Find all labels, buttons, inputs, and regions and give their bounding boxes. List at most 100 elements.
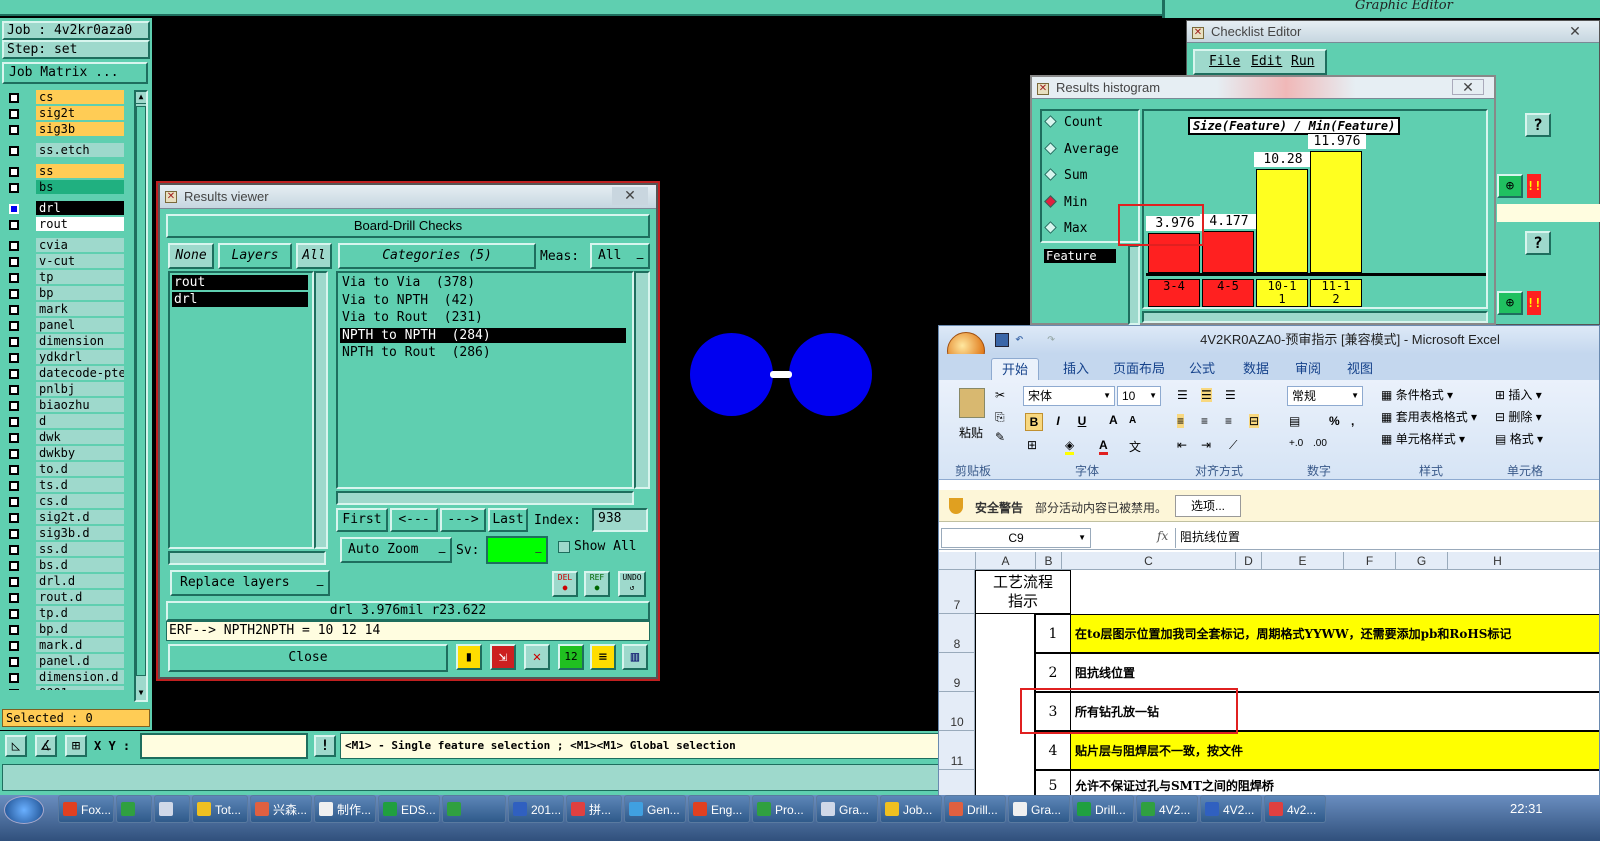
histogram-hscroll[interactable]	[1142, 311, 1488, 323]
layer-name[interactable]: panel.d	[36, 654, 124, 668]
layer-checkbox[interactable]	[9, 497, 19, 507]
alert-icon[interactable]: !	[314, 735, 336, 757]
cell-c[interactable]: 允许不保证过孔与SMT之间的阻焊桥	[1071, 770, 1599, 796]
paste-icon[interactable]	[959, 388, 985, 418]
taskbar-item[interactable]	[154, 795, 190, 823]
histogram-option[interactable]: Max	[1044, 221, 1087, 237]
menu-edit[interactable]: Edit	[1251, 51, 1282, 73]
layer-checkbox[interactable]	[9, 204, 19, 214]
layer-name[interactable]: tp.d	[36, 606, 124, 620]
layer-checkbox[interactable]	[9, 609, 19, 619]
outdent-icon[interactable]: ⇥	[1201, 438, 1211, 452]
layer-row[interactable]: ss.d	[4, 542, 132, 556]
cell-c[interactable]: 在to层图示位置加我司全套标记，周期格式YYWW，还需要添加pb和RoHS标记	[1071, 614, 1599, 653]
menu-run[interactable]: Run	[1291, 51, 1314, 73]
layer-name[interactable]: ss.d	[36, 542, 124, 556]
histogram-bar[interactable]	[1202, 231, 1254, 273]
help-icon-2[interactable]: ?	[1525, 231, 1551, 255]
layer-row[interactable]: biaozhu	[4, 398, 132, 412]
zoom-icon-1[interactable]: ⊕	[1497, 174, 1523, 198]
taskbar-item[interactable]: Tot...	[192, 795, 248, 823]
shrink-font-icon[interactable]: A	[1129, 415, 1136, 426]
layer-row[interactable]: to.d	[4, 462, 132, 476]
layer-checkbox[interactable]	[9, 337, 19, 347]
row-number[interactable]: 9	[939, 653, 975, 692]
cell-b[interactable]: 1	[1035, 614, 1071, 653]
quick-access-undo-icon[interactable]: ↶	[1015, 331, 1023, 347]
layer-name[interactable]: dimension.d	[36, 670, 124, 684]
delete-cells-button[interactable]: ⊟ 删除 ▾	[1495, 408, 1542, 425]
column-header[interactable]: G	[1395, 552, 1447, 570]
layer-row[interactable]: bp.d	[4, 622, 132, 636]
histogram-bar[interactable]	[1310, 151, 1362, 273]
cell-c[interactable]: 贴片层与阻焊层不一致，按文件	[1071, 731, 1599, 770]
layer-name[interactable]: v-cut	[36, 254, 124, 268]
sv-color-dropdown[interactable]: ⚊	[486, 536, 548, 564]
layer-row[interactable]: 0001	[4, 686, 132, 690]
taskbar-item[interactable]: Drill...	[1072, 795, 1134, 823]
layer-row[interactable]: sig3b	[4, 122, 132, 136]
layer-checkbox[interactable]	[9, 401, 19, 411]
replace-layers-dropdown[interactable]: Replace layers ⚊	[170, 570, 330, 596]
tool-icon-3[interactable]: ⊞	[65, 735, 87, 757]
ribbon-tab[interactable]: 数据	[1233, 358, 1279, 380]
layer-row[interactable]: sig2t	[4, 106, 132, 120]
layer-name[interactable]: cs	[36, 90, 124, 104]
del-button[interactable]: DEL ●	[552, 571, 578, 597]
layer-name[interactable]: dwk	[36, 430, 124, 444]
column-header[interactable]: E	[1261, 552, 1343, 570]
layer-name[interactable]: to.d	[36, 462, 124, 476]
layer-row[interactable]: cs.d	[4, 494, 132, 508]
layer-checkbox[interactable]	[9, 305, 19, 315]
menu-file[interactable]: File	[1209, 51, 1240, 73]
layer-name[interactable]: bs	[36, 180, 124, 194]
categories-hscroll[interactable]	[336, 491, 634, 505]
layer-row[interactable]: tp.d	[4, 606, 132, 620]
layer-list-item[interactable]: drl	[172, 292, 308, 307]
layer-checkbox[interactable]	[9, 689, 19, 690]
comma-icon[interactable]: ,	[1351, 414, 1354, 428]
close-icon[interactable]: ✕	[1557, 23, 1593, 41]
scroll-thumb[interactable]	[136, 106, 146, 676]
layer-row[interactable]: mark.d	[4, 638, 132, 652]
italic-button[interactable]: I	[1049, 413, 1067, 431]
align-center-icon[interactable]: ≡	[1201, 414, 1208, 428]
layer-checkbox[interactable]	[9, 183, 19, 193]
category-item[interactable]: NPTH to NPTH (284)	[340, 327, 626, 343]
layer-row[interactable]: d	[4, 414, 132, 428]
layer-name[interactable]: panel	[36, 318, 124, 332]
categories-vscroll[interactable]	[634, 271, 650, 489]
layer-name[interactable]: drl	[36, 201, 124, 215]
job-matrix-button[interactable]: Job Matrix ...	[2, 62, 148, 84]
taskbar-item[interactable]: 4v2...	[1264, 795, 1326, 823]
layer-checkbox[interactable]	[9, 465, 19, 475]
quick-access-redo-icon[interactable]: ↷	[1047, 331, 1055, 347]
layer-name[interactable]: rout	[36, 217, 124, 231]
category-item[interactable]: Via to Rout (231)	[340, 310, 626, 325]
layer-name[interactable]: ss	[36, 164, 124, 178]
layer-name[interactable]: sig2t.d	[36, 510, 124, 524]
orientation-icon[interactable]: ⟋	[1229, 438, 1237, 453]
layer-name[interactable]: sig3b	[36, 122, 124, 136]
layer-scrollbar[interactable]: ▲ ▼	[134, 90, 148, 702]
categories-button[interactable]: Categories (5)	[338, 243, 536, 269]
layer-name[interactable]: datecode-pte	[36, 366, 124, 380]
row-number[interactable]	[939, 770, 975, 796]
first-button[interactable]: First	[336, 508, 388, 532]
xy-input[interactable]	[140, 733, 308, 759]
layer-name[interactable]: cs.d	[36, 494, 124, 508]
layer-row[interactable]: bs	[4, 180, 132, 194]
ribbon-tab[interactable]: 页面布局	[1103, 358, 1175, 380]
results-viewer-titlebar[interactable]: ✕ Results viewer ✕	[160, 185, 656, 209]
layer-row[interactable]: ts.d	[4, 478, 132, 492]
taskbar-item[interactable]: EDS...	[378, 795, 440, 823]
histogram-option[interactable]: Sum	[1044, 168, 1087, 184]
layer-checkbox[interactable]	[9, 289, 19, 299]
layer-row[interactable]: v-cut	[4, 254, 132, 268]
layer-row[interactable]: mark	[4, 302, 132, 316]
border-icon[interactable]: ⊞	[1027, 438, 1037, 452]
layer-checkbox[interactable]	[9, 125, 19, 135]
conditional-format-button[interactable]: ▦ 条件格式 ▾	[1381, 386, 1453, 403]
align-top-icon[interactable]: ☰	[1177, 388, 1188, 402]
histogram-bar[interactable]	[1256, 169, 1308, 273]
